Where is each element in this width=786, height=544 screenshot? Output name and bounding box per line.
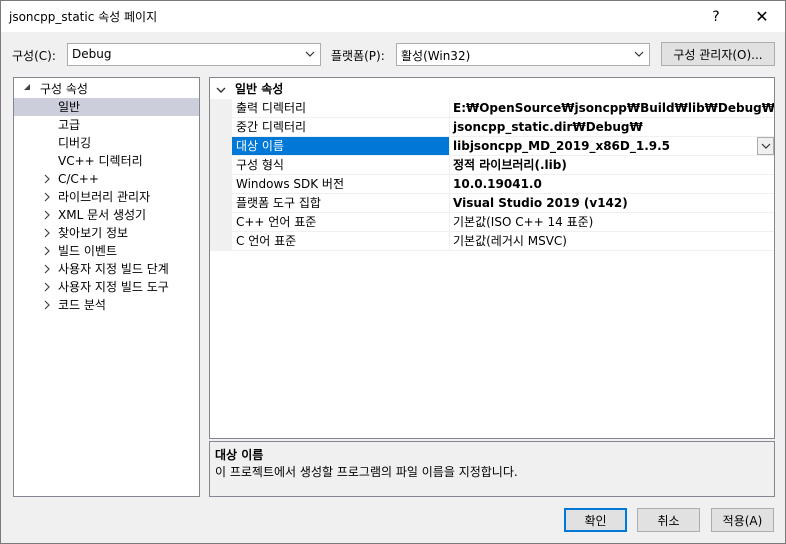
tree-item-label: 일반 [58, 100, 81, 114]
chevron-down-icon [634, 51, 644, 57]
expand-arrow-icon[interactable] [42, 170, 52, 188]
expand-arrow-icon[interactable] [42, 224, 52, 242]
expand-arrow-icon[interactable] [42, 188, 52, 206]
tree-item-label: XML 문서 생성기 [58, 208, 147, 222]
property-row[interactable]: Windows SDK 버전 10.0.19041.0 [232, 175, 774, 194]
property-name: Windows SDK 버전 [232, 175, 450, 193]
tree-item-label: C/C++ [58, 172, 99, 186]
grid-left-margin [210, 99, 232, 251]
tree-item[interactable]: C/C++ [14, 170, 199, 188]
property-row[interactable]: 대상 이름 libjsoncpp_MD_2019_x86D_1.9.5 [232, 137, 774, 156]
property-row[interactable]: 중간 디렉터리 jsoncpp_static.dir₩Debug₩ [232, 118, 774, 137]
expand-arrow-icon[interactable] [42, 242, 52, 260]
expand-arrow-icon[interactable] [42, 296, 52, 314]
property-name: 구성 형식 [232, 156, 450, 174]
close-button[interactable]: ✕ [739, 1, 785, 32]
property-value: 기본값(레거시 MSVC) [453, 234, 567, 248]
tree-item[interactable]: 사용자 지정 빌드 도구 [14, 278, 199, 296]
tree-item[interactable]: XML 문서 생성기 [14, 206, 199, 224]
apply-button[interactable]: 적용(A) [711, 508, 774, 532]
help-icon: ? [712, 8, 720, 25]
tree-item[interactable]: 고급 [14, 116, 199, 134]
window-title: jsoncpp_static 속성 페이지 [9, 10, 158, 24]
configuration-value: Debug [72, 47, 112, 61]
tree-item-label: 코드 분석 [58, 298, 106, 312]
property-name: C 언어 표준 [232, 232, 450, 250]
property-value: 기본값(ISO C++ 14 표준) [453, 215, 594, 229]
tree-item-label: 고급 [58, 118, 81, 132]
tree-item-root[interactable]: 구성 속성 [14, 80, 199, 98]
tree-item[interactable]: 일반 [14, 98, 199, 116]
tree-item-label: 구성 속성 [40, 82, 88, 96]
tree-item[interactable]: 찾아보기 정보 [14, 224, 199, 242]
tree-item-label: 라이브러리 관리자 [58, 190, 151, 204]
property-row[interactable]: 출력 디렉터리 E:₩OpenSource₩jsoncpp₩Build₩lib₩D… [232, 99, 774, 118]
expand-arrow-icon[interactable] [42, 278, 52, 296]
ok-button[interactable]: 확인 [564, 508, 627, 532]
chevron-down-icon [305, 51, 315, 57]
chevron-down-icon [761, 143, 770, 149]
property-row[interactable]: C++ 언어 표준 기본값(ISO C++ 14 표준) [232, 213, 774, 232]
property-row[interactable]: 구성 형식 정적 라이브러리(.lib) [232, 156, 774, 175]
tree-item[interactable]: 라이브러리 관리자 [14, 188, 199, 206]
property-name: 출력 디렉터리 [232, 99, 450, 117]
property-value[interactable]: libjsoncpp_MD_2019_x86D_1.9.5 [450, 137, 774, 155]
property-value: 정적 라이브러리(.lib) [453, 158, 567, 172]
property-value: E:₩OpenSource₩jsoncpp₩Build₩lib₩Debug₩ [453, 101, 774, 115]
tree-item[interactable]: VC++ 디렉터리 [14, 152, 199, 170]
tree-item-label: 디버깅 [58, 136, 92, 150]
configuration-label: 구성(C): [12, 49, 56, 63]
property-row[interactable]: 플랫폼 도구 집합 Visual Studio 2019 (v142) [232, 194, 774, 213]
property-value: jsoncpp_static.dir₩Debug₩ [453, 120, 643, 134]
collapse-chevron-icon[interactable] [216, 85, 226, 95]
tree-item-label: 찾아보기 정보 [58, 226, 129, 240]
tree-item[interactable]: 빌드 이벤트 [14, 242, 199, 260]
description-panel: 대상 이름 이 프로젝트에서 생성할 프로그램의 파일 이름을 지정합니다. [209, 441, 775, 497]
property-name: 중간 디렉터리 [232, 118, 450, 136]
value-dropdown-button[interactable] [757, 137, 774, 155]
close-icon: ✕ [755, 7, 769, 26]
cancel-button[interactable]: 취소 [637, 508, 700, 532]
expand-arrow-icon[interactable] [42, 206, 52, 224]
property-pages-dialog: jsoncpp_static 속성 페이지 ? ✕ 구성(C): Debug 플… [0, 0, 786, 544]
grid-category-label: 일반 속성 [235, 82, 284, 96]
property-value: Visual Studio 2019 (v142) [453, 196, 628, 210]
property-name: 대상 이름 [232, 137, 450, 155]
tree-item-label: 사용자 지정 빌드 도구 [58, 280, 169, 294]
property-name: 플랫폼 도구 집합 [232, 194, 450, 212]
help-button[interactable]: ? [693, 1, 739, 32]
tree-item[interactable]: 코드 분석 [14, 296, 199, 314]
platform-select[interactable]: 활성(Win32) [396, 43, 650, 66]
tree-item[interactable]: 디버깅 [14, 134, 199, 152]
expand-arrow-icon[interactable] [42, 260, 52, 278]
settings-tree: 구성 속성 일반고급디버깅 VC++ 디렉터리 C/C++ 라이브러리 관리자 XML … [13, 77, 200, 497]
description-title: 대상 이름 [215, 448, 264, 462]
tree-item-label: 사용자 지정 빌드 단계 [58, 262, 169, 276]
tree-item-label: VC++ 디렉터리 [58, 154, 143, 168]
platform-label: 플랫폼(P): [331, 49, 385, 63]
configuration-select[interactable]: Debug [67, 43, 321, 66]
expanded-arrow-icon[interactable] [22, 80, 32, 98]
tree-item-label: 빌드 이벤트 [58, 244, 118, 258]
tree-item[interactable]: 사용자 지정 빌드 단계 [14, 260, 199, 278]
property-name: C++ 언어 표준 [232, 213, 450, 231]
title-bar: jsoncpp_static 속성 페이지 ? ✕ [1, 1, 785, 32]
property-row[interactable]: C 언어 표준 기본값(레거시 MSVC) [232, 232, 774, 251]
configuration-manager-button[interactable]: 구성 관리자(O)... [661, 42, 775, 66]
property-value: 10.0.19041.0 [453, 177, 542, 191]
property-grid: 일반 속성 출력 디렉터리 E:₩OpenSource₩jsoncpp₩Build… [209, 77, 775, 439]
description-text: 이 프로젝트에서 생성할 프로그램의 파일 이름을 지정합니다. [215, 465, 518, 479]
platform-value: 활성(Win32) [401, 49, 471, 63]
grid-category-general[interactable]: 일반 속성 [210, 80, 774, 99]
